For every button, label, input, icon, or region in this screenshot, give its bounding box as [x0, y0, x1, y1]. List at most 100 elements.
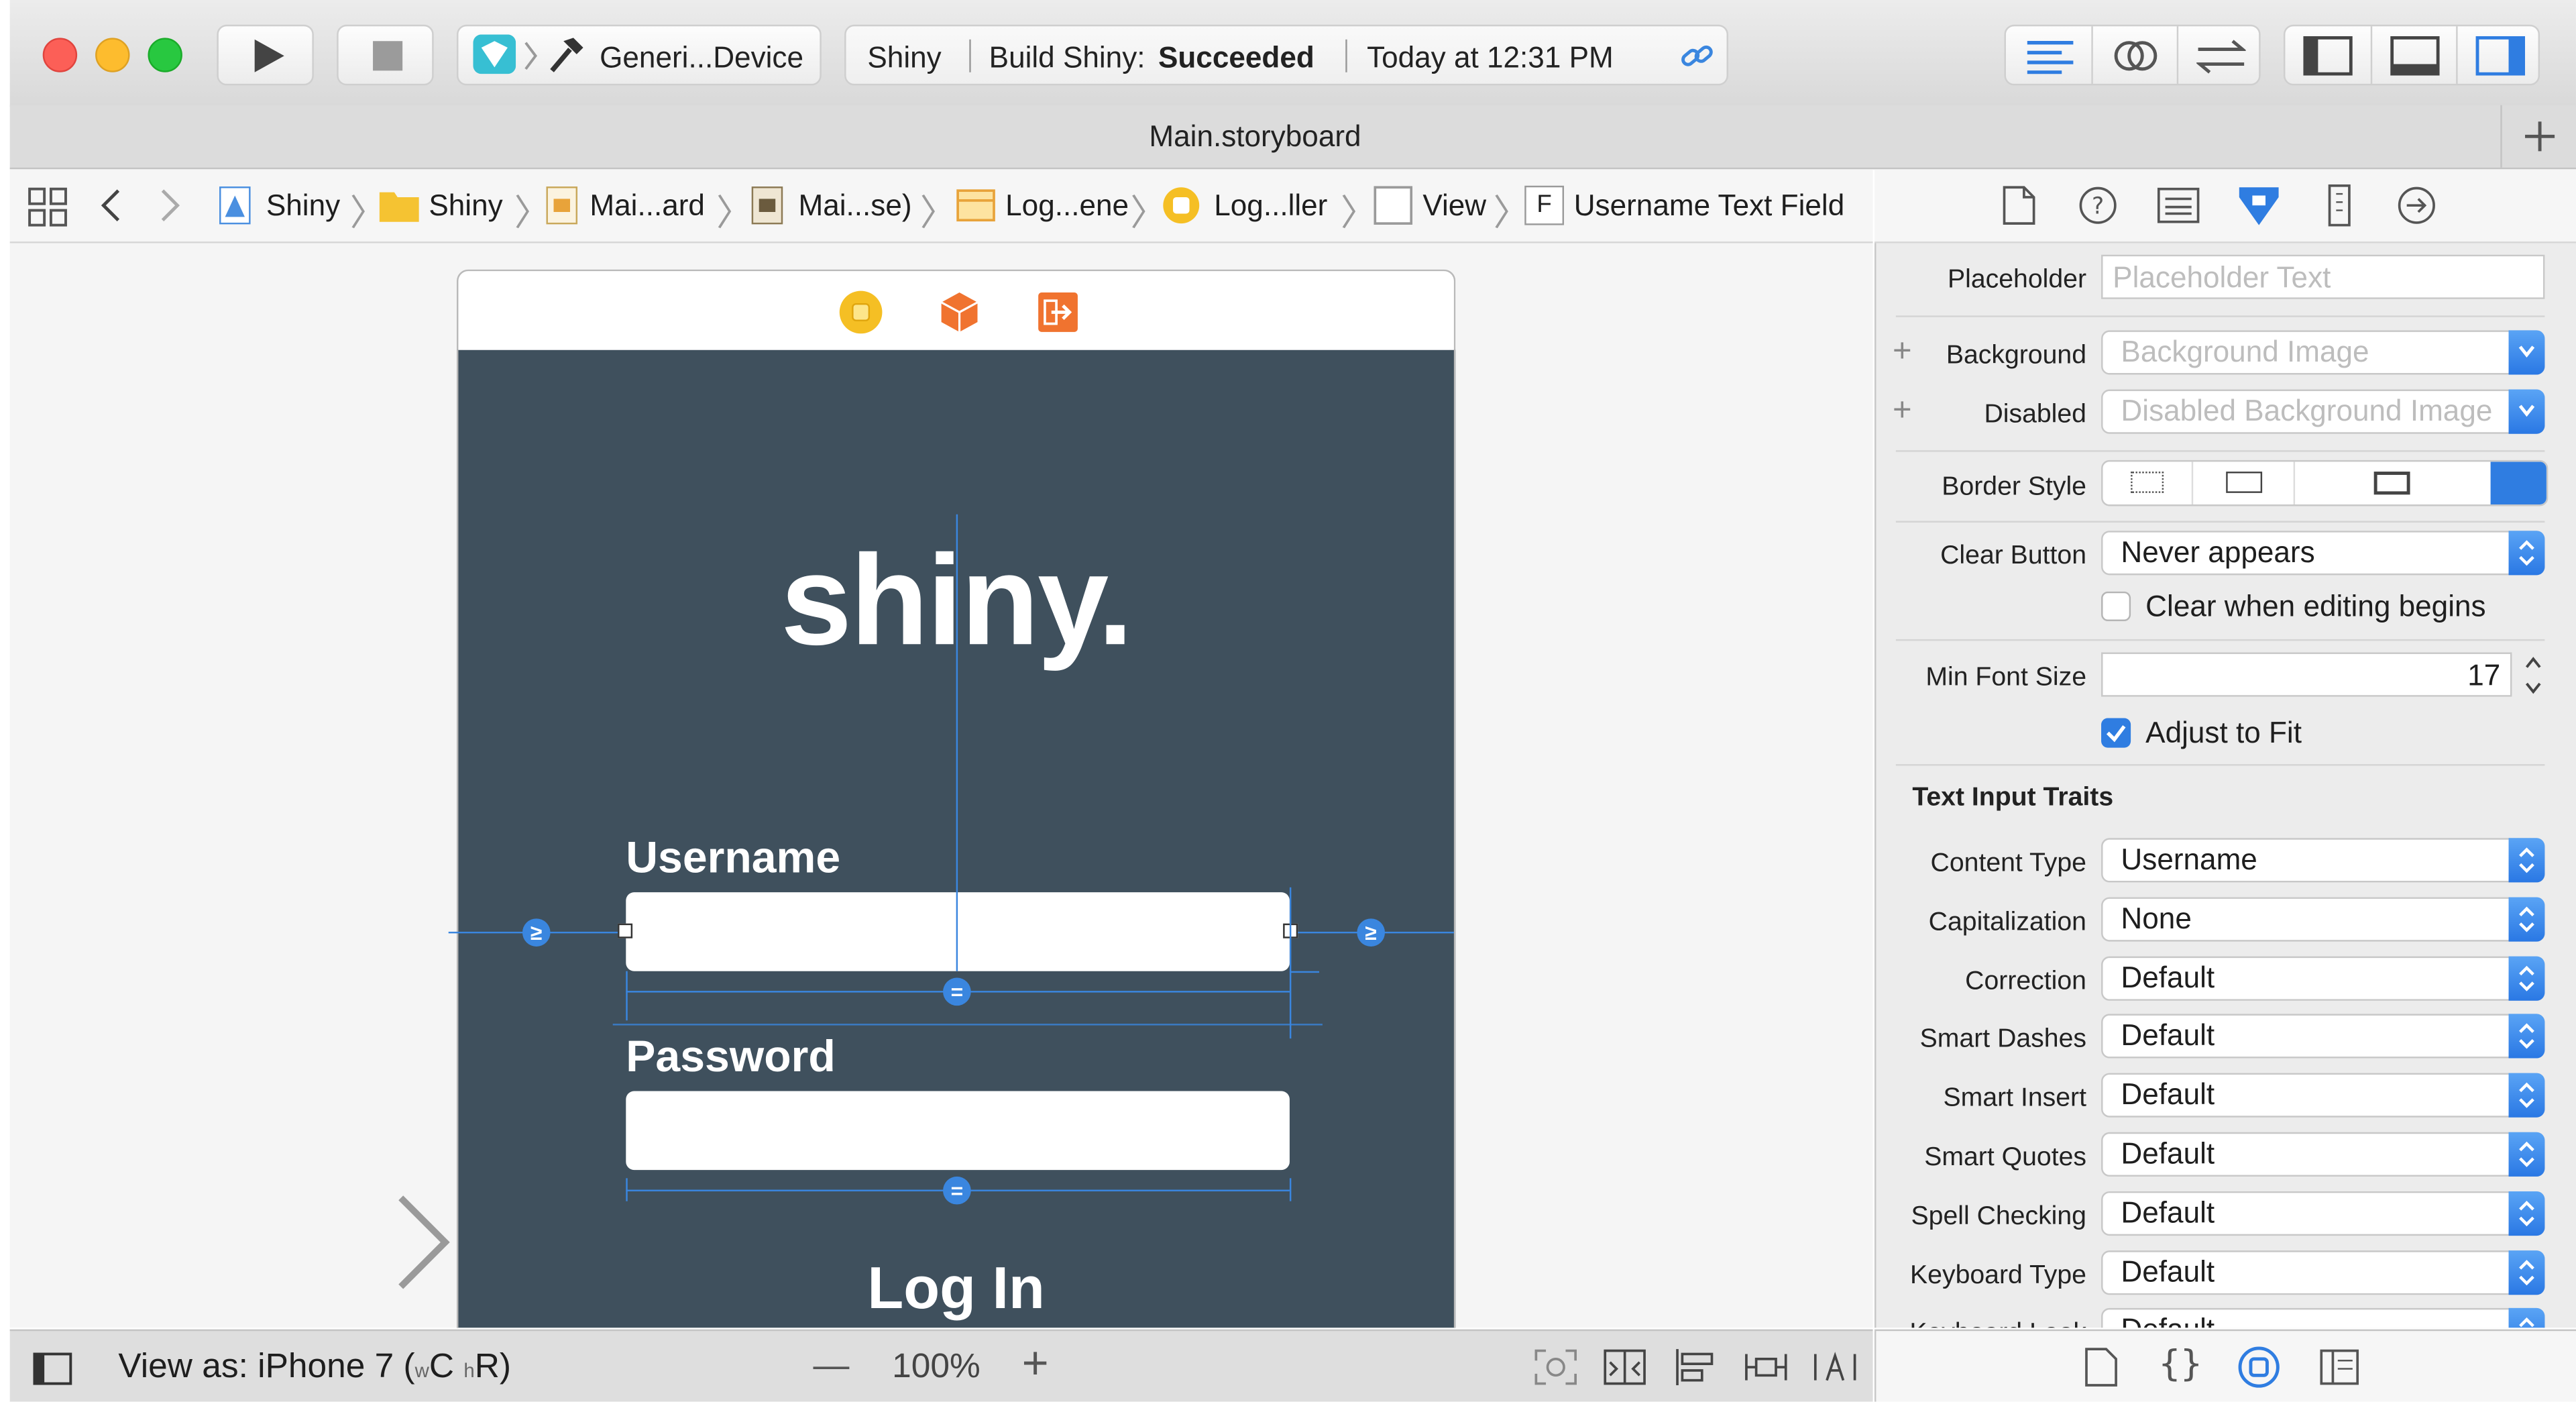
- embed-in-stack-icon[interactable]: [1602, 1348, 1648, 1387]
- trait-popup[interactable]: Default: [2101, 955, 2545, 1000]
- zoom-in-button[interactable]: +: [1022, 1338, 1049, 1390]
- username-label[interactable]: Username: [626, 833, 840, 884]
- connections-inspector-icon[interactable]: [2397, 186, 2437, 225]
- popup-arrows[interactable]: [2508, 955, 2545, 1000]
- file-inspector-icon[interactable]: [2003, 186, 2035, 225]
- code-snippet-library-icon[interactable]: {}: [2159, 1344, 2202, 1385]
- leading-constraint-badge[interactable]: ≥: [522, 918, 551, 947]
- run-button[interactable]: [217, 24, 314, 86]
- exit-icon[interactable]: [1037, 291, 1080, 334]
- trait-popup[interactable]: Default: [2101, 1308, 2545, 1328]
- zoom-window-button[interactable]: [148, 38, 182, 72]
- back-arrow-icon[interactable]: [99, 187, 121, 223]
- trait-popup[interactable]: Username: [2101, 838, 2545, 883]
- combobox-arrow[interactable]: [2508, 389, 2545, 434]
- size-inspector-icon[interactable]: [2327, 184, 2353, 227]
- storyboard-entry-arrow-icon[interactable]: [182, 1193, 453, 1291]
- scheme-selector[interactable]: Generi...Device: [456, 24, 822, 86]
- border-line-option[interactable]: [2191, 462, 2295, 505]
- password-label[interactable]: Password: [626, 1032, 835, 1083]
- trailing-constraint-badge[interactable]: ≥: [1357, 918, 1386, 947]
- popup-arrows[interactable]: [2508, 896, 2545, 942]
- equal-width-badge-password[interactable]: =: [943, 1176, 971, 1205]
- background-image-combobox[interactable]: Background Image: [2101, 330, 2545, 375]
- popup-arrows[interactable]: [2508, 1073, 2545, 1118]
- placeholder-field[interactable]: Placeholder Text: [2101, 254, 2545, 299]
- popup-arrows[interactable]: [2508, 1250, 2545, 1295]
- first-responder-cube-icon[interactable]: [936, 289, 983, 335]
- quick-help-icon[interactable]: ?: [2078, 186, 2118, 225]
- toggle-utilities-button[interactable]: [2456, 26, 2543, 84]
- crumb-controller[interactable]: Log...ller: [1214, 189, 1327, 223]
- adjust-to-fit-checkbox[interactable]: [2101, 718, 2131, 748]
- trait-popup[interactable]: Default: [2101, 1073, 2545, 1118]
- version-editor-button[interactable]: [2176, 26, 2264, 84]
- crumb-text-field[interactable]: Username Text Field: [1574, 189, 1845, 223]
- min-font-size-field[interactable]: 17: [2101, 652, 2512, 697]
- crumb-base[interactable]: Mai...se): [799, 189, 912, 223]
- popup-arrows[interactable]: [2508, 1191, 2545, 1236]
- zoom-level[interactable]: 100%: [892, 1348, 981, 1387]
- media-library-icon[interactable]: [2320, 1349, 2359, 1385]
- stop-button[interactable]: [337, 24, 434, 86]
- popup-arrows[interactable]: [2508, 1308, 2545, 1328]
- divider: [1895, 315, 2545, 317]
- divider: [1345, 39, 1347, 72]
- object-library-icon[interactable]: [2237, 1346, 2280, 1389]
- equal-width-badge-username[interactable]: =: [943, 977, 971, 1006]
- forward-arrow-icon[interactable]: [160, 187, 182, 223]
- document-outline-toggle-icon[interactable]: [33, 1352, 72, 1385]
- trait-popup[interactable]: None: [2101, 896, 2545, 942]
- view-as-device-button[interactable]: View as: iPhone 7 (wC hR): [118, 1348, 511, 1387]
- close-window-button[interactable]: [42, 38, 78, 72]
- trait-popup[interactable]: Default: [2101, 1191, 2545, 1236]
- trait-popup[interactable]: Default: [2101, 1250, 2545, 1295]
- border-none-option[interactable]: [2103, 462, 2191, 504]
- combobox-arrow[interactable]: [2508, 330, 2545, 375]
- tab-main-storyboard[interactable]: Main.storyboard: [10, 105, 2501, 168]
- attributes-inspector-icon[interactable]: [2236, 184, 2282, 227]
- storyboard-canvas[interactable]: shiny. Username Password Log In ≥ ≥ = =: [9, 243, 1873, 1328]
- crumb-storyboard[interactable]: Mai...ard: [590, 189, 705, 223]
- related-items-grid-icon[interactable]: [28, 187, 68, 227]
- crumb-view[interactable]: View: [1422, 189, 1486, 223]
- trait-popup[interactable]: Default: [2101, 1014, 2545, 1059]
- popup-arrows[interactable]: [2508, 531, 2545, 576]
- build-time: Today at 12:31 PM: [1367, 41, 1614, 74]
- zoom-out-button[interactable]: —: [814, 1344, 850, 1387]
- view-controller-icon[interactable]: [838, 289, 884, 335]
- resolve-auto-layout-icon[interactable]: [1812, 1348, 1858, 1387]
- toggle-navigator-button[interactable]: [2285, 26, 2370, 84]
- popup-arrows[interactable]: [2508, 838, 2545, 883]
- stepper-icon[interactable]: [2522, 652, 2544, 698]
- link-icon[interactable]: [1679, 38, 1715, 74]
- crumb-group[interactable]: Shiny: [429, 189, 502, 223]
- resize-handle-left[interactable]: [618, 923, 633, 938]
- popup-arrows[interactable]: [2508, 1014, 2545, 1059]
- clear-when-editing-checkbox[interactable]: [2101, 591, 2131, 621]
- standard-editor-button[interactable]: [2006, 26, 2091, 84]
- new-tab-button[interactable]: [2500, 105, 2576, 168]
- trait-popup[interactable]: Default: [2101, 1132, 2545, 1177]
- border-rounded-option[interactable]: [2490, 462, 2546, 505]
- file-template-library-icon[interactable]: [2085, 1348, 2118, 1387]
- crumb-project[interactable]: Shiny: [266, 189, 340, 223]
- size-class-h: h: [463, 1358, 475, 1383]
- toggle-debug-area-button[interactable]: [2370, 26, 2458, 84]
- add-constraints-icon[interactable]: [1743, 1348, 1789, 1387]
- clear-button-value: Never appears: [2121, 535, 2315, 569]
- crumb-scene[interactable]: Log...ene: [1005, 189, 1129, 223]
- password-text-field[interactable]: [626, 1091, 1290, 1171]
- identity-inspector-icon[interactable]: [2157, 187, 2200, 223]
- popup-arrows[interactable]: [2508, 1132, 2545, 1177]
- login-view[interactable]: shiny. Username Password Log In ≥ ≥ = =: [448, 349, 1456, 1328]
- disabled-image-combobox[interactable]: Disabled Background Image: [2101, 389, 2545, 434]
- assistant-editor-button[interactable]: [2091, 26, 2178, 84]
- align-icon[interactable]: [1673, 1348, 1719, 1387]
- update-frames-icon[interactable]: [1532, 1348, 1579, 1387]
- xcode-window: Generi...Device Shiny Build Shiny: Succe…: [0, 0, 2576, 1402]
- clear-button-popup[interactable]: Never appears: [2101, 531, 2545, 576]
- login-button[interactable]: Log In: [458, 1254, 1453, 1323]
- border-bezel-option[interactable]: [2293, 462, 2492, 505]
- minimize-window-button[interactable]: [95, 38, 130, 72]
